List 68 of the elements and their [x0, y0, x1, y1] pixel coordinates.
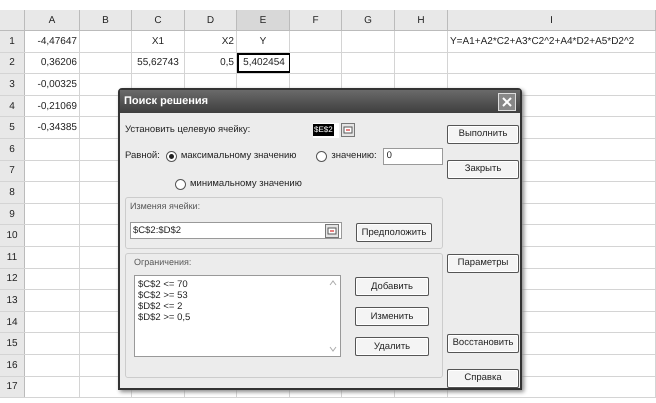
range-select-icon[interactable]: [341, 123, 355, 137]
radio-button[interactable]: [316, 150, 328, 162]
radio-button[interactable]: [166, 150, 177, 162]
column-header[interactable]: E: [237, 10, 290, 30]
list-item[interactable]: $D$2 >= 0,5: [138, 312, 323, 324]
cell-text: -0,00325: [38, 78, 77, 92]
column-header[interactable]: G: [342, 10, 395, 30]
list-item[interactable]: $D$2 <= 2: [138, 301, 323, 312]
radio-label: значению:: [331, 148, 377, 163]
radio-label: максимальному значению: [180, 148, 296, 163]
row-header[interactable]: 17: [0, 376, 25, 398]
column-header[interactable]: B: [80, 10, 132, 30]
target-label: Установить целевую ячейку:: [125, 122, 252, 137]
row-header[interactable]: 9: [0, 204, 25, 224]
dialog-button[interactable]: Закрыть: [447, 160, 519, 179]
equal-label: Равной:: [125, 148, 160, 163]
range-select-icon[interactable]: [325, 224, 339, 238]
radio-label: минимальному значению: [190, 177, 302, 191]
row-header[interactable]: 7: [0, 160, 25, 182]
dialog-button[interactable]: Восстановить: [447, 334, 519, 353]
row-header[interactable]: 12: [0, 268, 25, 290]
row-header[interactable]: 13: [0, 290, 25, 311]
group-label: Изменяя ячейки:: [130, 200, 202, 214]
column-header[interactable]: A: [25, 10, 80, 30]
row-header[interactable]: 11: [0, 246, 25, 268]
cell-text: 0,5: [220, 56, 234, 70]
dialog-button[interactable]: Предположить: [356, 223, 432, 242]
cell-text: -0,21069: [38, 100, 77, 114]
row-header[interactable]: 15: [0, 333, 25, 354]
value-field[interactable]: 0: [382, 148, 443, 164]
cell-text: -4,47647: [38, 34, 77, 49]
row-header[interactable]: 8: [0, 182, 25, 203]
dialog-button[interactable]: Удалить: [355, 337, 429, 356]
row-header[interactable]: 2: [0, 52, 25, 74]
dialog-button[interactable]: Изменить: [355, 307, 429, 326]
cell-text: 0,36206: [40, 56, 77, 70]
cell-text: 55,62743: [137, 56, 179, 70]
column-header[interactable]: I: [448, 10, 656, 30]
dialog-button[interactable]: Справка: [447, 368, 519, 388]
column-header[interactable]: F: [290, 10, 342, 30]
radio-button[interactable]: [175, 178, 186, 190]
target-field[interactable]: $E$2: [313, 122, 339, 138]
row-header[interactable]: 3: [0, 74, 25, 95]
cell-text: 5,402454: [243, 56, 285, 70]
column-header[interactable]: H: [395, 10, 448, 30]
cell-text: -0,34385: [38, 121, 77, 136]
row-header[interactable]: 5: [0, 117, 25, 138]
row-header[interactable]: 14: [0, 312, 25, 332]
dialog-button[interactable]: Параметры: [447, 254, 519, 273]
cell-text: Y=A1+A2*C2+A3*C2^2+A4*D2+A5*D2^2: [450, 34, 634, 49]
row-header[interactable]: 4: [0, 96, 25, 116]
row-header[interactable]: 1: [0, 31, 25, 52]
row-header[interactable]: 6: [0, 138, 25, 160]
list-item[interactable]: $C$2 >= 53: [138, 290, 323, 302]
cell-text: X2: [222, 34, 234, 49]
cell-text: Y: [260, 34, 266, 49]
group-label: Ограничения:: [134, 256, 192, 269]
list-item[interactable]: $C$2 <= 70: [138, 279, 323, 290]
input-field[interactable]: $C$2:$D$2: [130, 222, 342, 240]
row-header[interactable]: 10: [0, 225, 25, 246]
close-icon[interactable]: [498, 92, 516, 110]
window-title: Поиск решения: [124, 94, 208, 110]
row-header[interactable]: 16: [0, 354, 25, 376]
cell-text: X1: [152, 34, 164, 49]
dialog-button[interactable]: Добавить: [355, 277, 429, 296]
constraints-list[interactable]: $C$2 <= 70 $C$2 >= 53 $D$2 <= 2 $D$2 >= 0,5: [134, 275, 341, 358]
dialog-button[interactable]: Выполнить: [447, 125, 519, 144]
column-header[interactable]: C: [132, 10, 185, 30]
